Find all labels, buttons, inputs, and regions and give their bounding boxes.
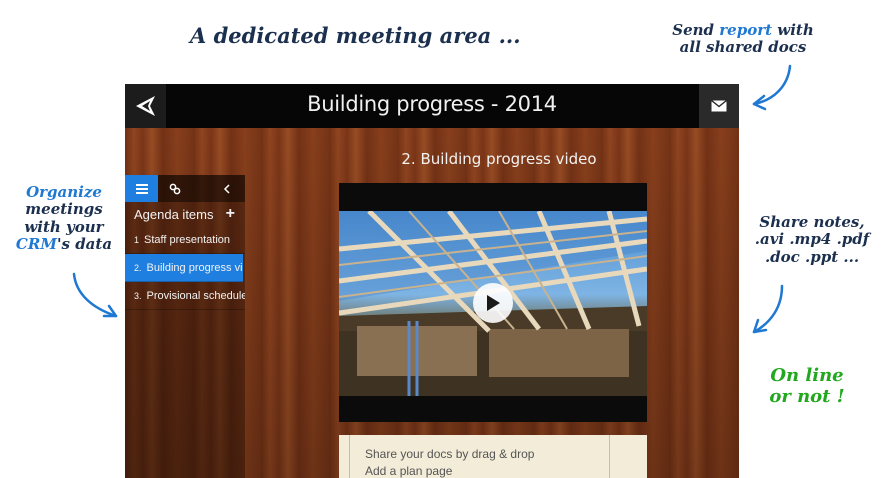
report-suffix: with (777, 21, 814, 39)
section-title: 2. Building progress video (401, 150, 597, 168)
envelope-icon (711, 100, 727, 112)
add-plan-page-link[interactable]: Add a plan page (365, 464, 452, 478)
organize-annotation: Organize meetings with your CRM's data (8, 183, 120, 253)
page-title: Building progress - 2014 (307, 92, 557, 116)
report-annotation: Send report with all shared docs (648, 21, 838, 57)
share-arrow-icon (752, 284, 784, 334)
collapse-sidebar-button[interactable] (209, 175, 245, 202)
play-icon (487, 295, 500, 311)
notes-area[interactable]: Share your docs by drag & drop Add a pla… (339, 435, 647, 478)
agenda-item-staff-presentation[interactable]: 1 Staff presentation (125, 226, 245, 254)
play-button[interactable] (473, 283, 513, 323)
agenda-item-number: 3. (134, 290, 142, 301)
list-icon (135, 183, 148, 194)
meeting-app-window: Building progress - 2014 Agenda items + … (125, 84, 739, 478)
video-player[interactable] (339, 183, 647, 422)
online-line1: On line (770, 365, 844, 386)
organize-line3: with your (24, 217, 104, 236)
report-prefix: Send (672, 21, 715, 39)
sidebar-tabs (125, 175, 245, 202)
report-line2: all shared docs (679, 38, 807, 57)
share-line1: Share notes, (759, 213, 865, 231)
agenda-label: Agenda items (134, 206, 214, 222)
send-report-button[interactable] (699, 84, 739, 128)
organize-line2: meetings (25, 200, 103, 219)
headline-annotation: A dedicated meeting area ... (190, 23, 521, 48)
organize-suffix: 's data (56, 234, 113, 253)
share-line3: .doc .ppt ... (764, 247, 860, 266)
app-logo-icon (135, 96, 155, 116)
notes-drag-drop-text: Share your docs by drag & drop (365, 447, 535, 461)
share-line2: .avi .mp4 .pdf (754, 230, 870, 249)
agenda-item-building-progress[interactable]: 2. Building progress vid ... (125, 254, 243, 282)
organize-arrow-icon (72, 272, 118, 318)
chevron-left-icon (223, 183, 230, 194)
online-annotation: On line or not ! (752, 365, 862, 407)
organize-line1: Organize (26, 183, 102, 201)
report-highlight: report (719, 21, 773, 39)
agenda-item-provisional-schedule[interactable]: 3. Provisional schedule (125, 282, 245, 310)
report-arrow-icon (752, 64, 792, 111)
agenda-header: Agenda items + (125, 202, 245, 226)
agenda-item-number: 2. (134, 262, 142, 273)
top-bar: Building progress - 2014 (125, 84, 739, 128)
link-icon (169, 183, 180, 194)
share-annotation: Share notes, .avi .mp4 .pdf .doc .ppt ..… (738, 213, 886, 266)
organize-crm: CRM (15, 234, 57, 253)
agenda-item-label: Provisional schedule (146, 289, 245, 302)
add-agenda-item-button[interactable]: + (226, 205, 235, 223)
online-line2: or not ! (769, 385, 845, 407)
agenda-item-number: 1 (134, 234, 140, 245)
agenda-item-label: Staff presentation (144, 233, 231, 246)
logo-button[interactable] (125, 84, 166, 128)
agenda-list-tab[interactable] (125, 175, 158, 202)
agenda-sidebar: Agenda items + 1 Staff presentation 2. B… (125, 175, 245, 478)
agenda-item-label: Building progress vid ... (146, 261, 243, 274)
links-tab[interactable] (158, 175, 191, 202)
